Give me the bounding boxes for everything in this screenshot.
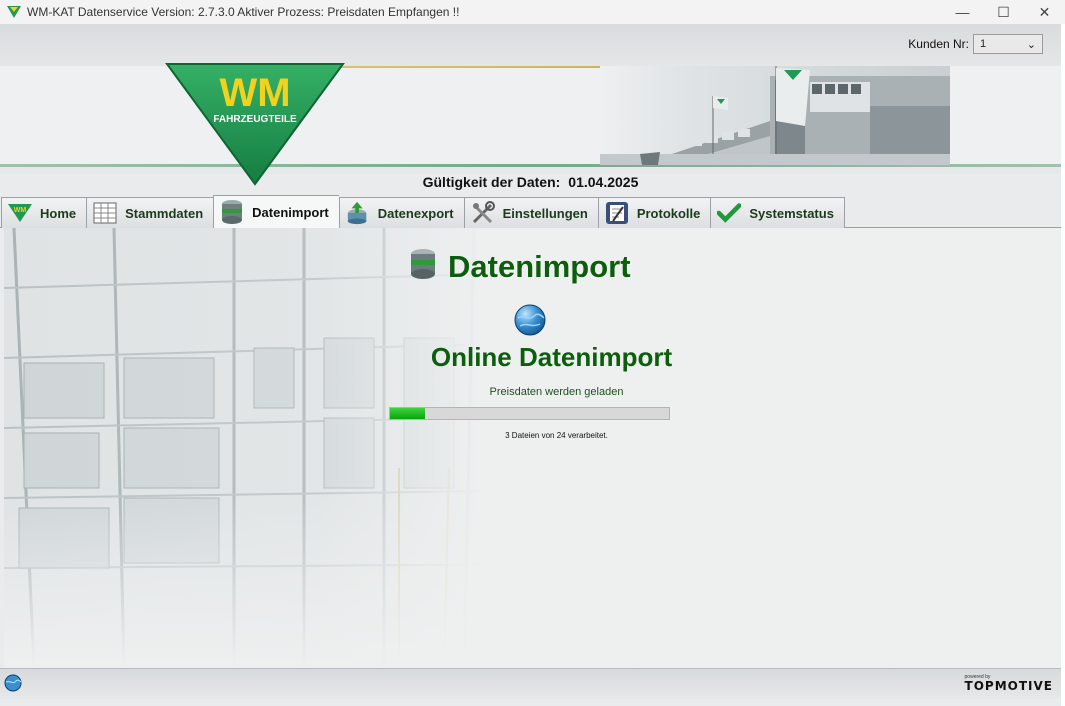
globe-icon [514,304,546,336]
tab-stammdaten[interactable]: Stammdaten [86,197,214,228]
tab-label: Datenimport [252,204,329,220]
customer-number-label: Kunden Nr: [908,37,969,51]
validity-date: 01.04.2025 [568,174,639,190]
main-tabs: WM Home Stammdaten Datenimport Datenexpo… [1,195,845,228]
status-bar: powered by TOPMOTIVE [0,668,1061,699]
database-icon [220,200,244,224]
import-status-text: Preisdaten werden geladen [489,386,624,398]
tab-systemstatus[interactable]: Systemstatus [710,197,845,228]
warehouse-background-image [4,228,695,668]
window-controls: — ☐ ✕ [942,0,1065,24]
minimize-button[interactable]: — [942,0,983,24]
tab-label: Stammdaten [125,205,204,221]
database-export-icon [346,201,370,225]
files-processed-text: 3 Dateien von 24 verarbeitet. [505,431,608,440]
database-icon [408,248,438,285]
customer-number-value: 1 [980,38,987,50]
tab-datenexport[interactable]: Datenexport [338,197,464,228]
chevron-down-icon: ⌄ [1026,38,1036,51]
page-title: Datenimport [448,248,631,284]
close-button[interactable]: ✕ [1024,0,1065,24]
data-validity: Gültigkeit der Daten: 01.04.2025 [0,174,1061,190]
page-heading: Datenimport [408,248,631,285]
title-bar: WM-KAT Datenservice Version: 2.7.3.0 Akt… [0,0,1065,24]
table-icon [93,201,117,225]
svg-text:FAHRZEUGTEILE: FAHRZEUGTEILE [213,114,297,125]
tab-label: Einstellungen [502,205,588,221]
wm-triangle-icon: WM [8,201,32,225]
progress-fill [390,408,425,419]
brand-name: TOPMOTIVE [964,679,1053,693]
tab-label: Protokolle [636,205,701,221]
validity-label: Gültigkeit der Daten: [422,174,561,190]
window-title: WM-KAT Datenservice Version: 2.7.3.0 Akt… [27,5,460,19]
globe-icon [4,674,22,692]
customer-number: Kunden Nr: 1 ⌄ [908,34,1043,54]
tab-protokolle[interactable]: Protokolle [597,197,711,228]
tab-label: Home [40,205,77,221]
tab-einstellungen[interactable]: Einstellungen [463,197,598,228]
wm-logo: WM FAHRZEUGTEILE [165,63,345,186]
tab-label: Systemstatus [749,205,834,221]
tab-label: Datenexport [377,205,454,221]
import-progress-bar [389,407,670,420]
svg-text:WM: WM [14,207,27,214]
topmotive-logo: powered by TOPMOTIVE [964,675,1053,693]
svg-text:WM: WM [219,71,290,115]
tools-icon [471,201,495,225]
tab-datenimport[interactable]: Datenimport [213,195,339,228]
maximize-button[interactable]: ☐ [983,0,1024,24]
import-mode-heading: Online Datenimport [430,342,673,372]
log-icon [605,201,629,225]
header-banner: Kunden Nr: 1 ⌄ WM FAHRZEUGTEILE [0,24,1061,186]
content-area: Datenimport Online Datenimport Preisdate… [4,228,1061,668]
app-icon [7,6,21,18]
checkmark-icon [717,201,742,225]
customer-number-select[interactable]: 1 ⌄ [973,34,1043,54]
building-photo [600,66,950,165]
tab-home[interactable]: WM Home [1,197,87,228]
